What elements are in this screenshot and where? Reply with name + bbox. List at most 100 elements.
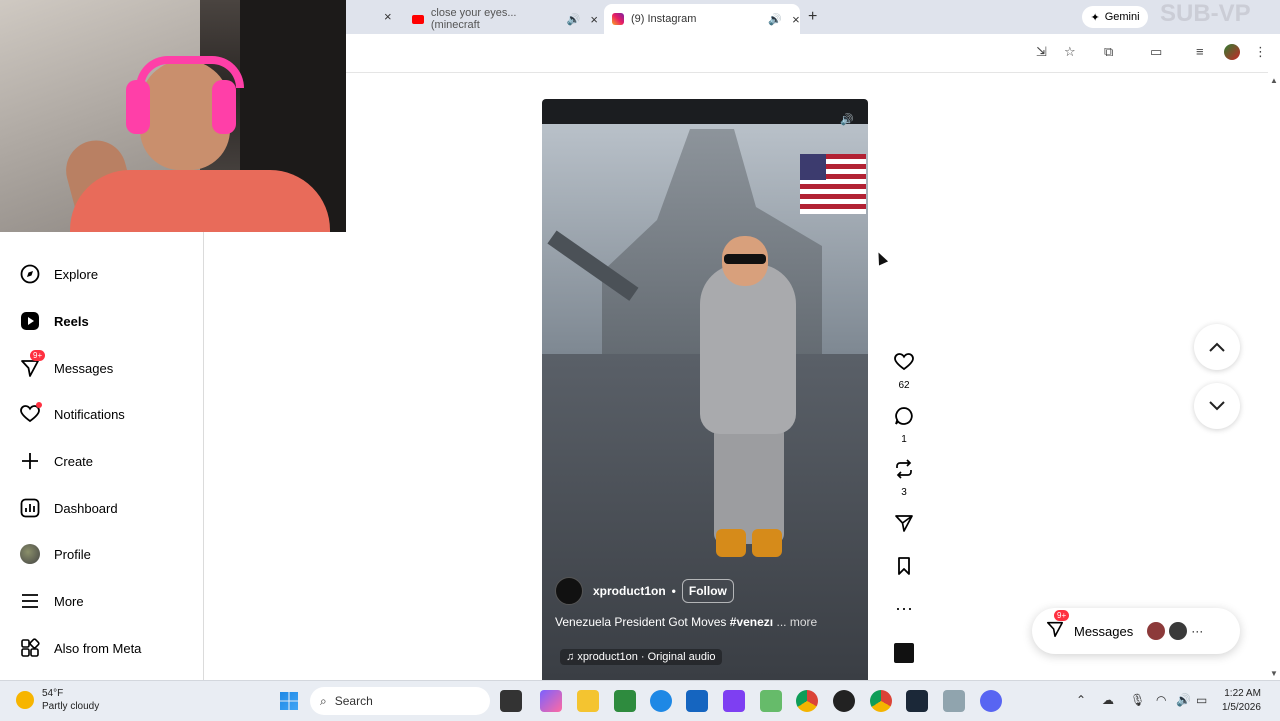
nav-dashboard[interactable]: Dashboard [20, 498, 118, 518]
comment-button[interactable]: 1 [890, 406, 918, 445]
chrome-icon[interactable] [796, 690, 818, 712]
nav-label: Dashboard [54, 500, 118, 516]
wifi-icon[interactable]: ◠ [1156, 693, 1166, 707]
store-icon[interactable] [686, 690, 708, 712]
nav-notifications[interactable]: Notifications [20, 402, 125, 424]
extensions-icon[interactable]: ⧉ [1104, 44, 1113, 60]
xbox-icon[interactable] [614, 690, 636, 712]
video-subject [692, 224, 802, 569]
like-button[interactable]: 62 [890, 352, 918, 391]
profile-avatar[interactable] [1224, 44, 1240, 60]
save-button[interactable] [890, 556, 918, 580]
cloud-icon[interactable]: ☁ [1102, 693, 1114, 707]
repost-button[interactable]: 3 [890, 459, 918, 498]
media-controls-icon[interactable]: ≡ [1196, 44, 1204, 59]
plus-icon [20, 451, 40, 471]
volume-icon[interactable]: 🔊 [1176, 693, 1191, 707]
instagram-icon [612, 13, 624, 25]
tab-close-icon[interactable]: × [590, 12, 598, 27]
nav-explore[interactable]: Explore [20, 264, 98, 284]
microphone-icon[interactable]: 🎙 [1130, 693, 1145, 707]
notepad-icon[interactable] [760, 690, 782, 712]
tab-close-icon[interactable]: × [792, 12, 800, 27]
messages-popup-button[interactable]: 9+ Messages ··· [1032, 608, 1240, 654]
comment-count: 1 [901, 434, 907, 445]
clock-date: 1/5/2026 [1222, 702, 1261, 713]
caption-text: Venezuela President Got Moves [555, 615, 727, 629]
chrome-icon[interactable] [870, 690, 892, 712]
reel-video[interactable]: 🔊 xproduct1on • Follow Venezuela Preside… [542, 99, 868, 680]
nav-label: Profile [54, 546, 91, 562]
task-view-icon[interactable] [500, 690, 522, 712]
discord-icon[interactable] [980, 690, 1002, 712]
partly-cloudy-icon [16, 691, 34, 709]
mouse-cursor-icon [873, 250, 889, 266]
send-icon [890, 513, 918, 537]
nav-more[interactable]: More [20, 591, 84, 611]
more-options-button[interactable]: ··· [890, 598, 918, 618]
scroll-up-arrow-icon[interactable]: ▲ [1270, 76, 1278, 85]
sound-icon[interactable]: 🔊 [838, 111, 856, 129]
windows-start-icon[interactable] [280, 692, 298, 710]
nav-reels[interactable]: Reels [20, 311, 89, 331]
tab-youtube[interactable]: close your eyes... (minecraft 🔊 × [412, 4, 598, 34]
share-button[interactable] [890, 513, 918, 537]
weather-temperature: 54°F [42, 688, 64, 699]
heart-icon [890, 352, 918, 376]
system-clock[interactable]: 1:22 AM 1/5/2026 [1222, 687, 1261, 715]
app-icon[interactable] [833, 690, 855, 712]
ellipsis-icon: ··· [1191, 624, 1204, 638]
ellipsis-icon: ··· [895, 598, 913, 618]
side-panel-icon[interactable]: ▭ [1150, 44, 1162, 60]
nav-label: Also from Meta [54, 640, 142, 656]
weather-widget[interactable]: 54°F Partly cloudy [16, 687, 99, 713]
like-count: 62 [898, 380, 910, 391]
owner-avatar[interactable] [555, 577, 583, 605]
nav-also-from-meta[interactable]: Also from Meta [20, 638, 141, 658]
owner-username[interactable]: xproduct1on [593, 584, 666, 598]
install-app-icon[interactable]: ⇲ [1036, 44, 1047, 60]
tab-title: close your eyes... (minecraft [430, 7, 517, 31]
taskbar-search-box[interactable]: ⌕ Search [310, 687, 490, 715]
gemini-button[interactable]: ✦ Gemini [1082, 6, 1148, 28]
weather-description: Partly cloudy [42, 701, 100, 712]
nav-messages[interactable]: 9+ Messages [20, 350, 113, 378]
flag-image [800, 154, 866, 214]
edge-icon[interactable] [650, 690, 672, 712]
watermark: SUB-VP [1160, 0, 1251, 27]
new-tab-button[interactable]: + [808, 8, 817, 26]
app-icon[interactable] [723, 690, 745, 712]
snipping-tool-icon[interactable] [943, 690, 965, 712]
caption-hashtag[interactable]: #venezı [730, 615, 773, 629]
caption-more-link[interactable]: ... more [776, 615, 817, 629]
nav-profile[interactable]: Profile [20, 544, 91, 564]
file-explorer-icon[interactable] [577, 690, 599, 712]
audio-attribution[interactable]: ♫ xproduct1on · Original audio [560, 649, 722, 665]
speaker-icon[interactable]: 🔊 [768, 13, 782, 26]
follow-button[interactable]: Follow [681, 579, 734, 603]
next-reel-button[interactable] [1194, 383, 1240, 429]
reels-icon [20, 311, 40, 331]
instagram-sidebar: Explore Reels 9+ Messages Notifications … [0, 232, 204, 680]
previous-reel-button[interactable] [1194, 324, 1240, 370]
heart-icon [20, 402, 42, 424]
nav-create[interactable]: Create [20, 451, 93, 471]
bookmark-star-icon[interactable]: ☆ [1064, 44, 1076, 60]
steam-icon[interactable] [906, 690, 928, 712]
chevron-up-icon[interactable]: ⌃ [1076, 693, 1086, 707]
audio-page-thumbnail[interactable] [890, 643, 918, 663]
music-note-icon: ♫ [566, 651, 575, 663]
speaker-icon[interactable]: 🔊 [567, 13, 581, 26]
page-scrollbar[interactable]: ▲ ▼ [1268, 72, 1280, 680]
tab-instagram[interactable]: (9) Instagram 🔊 × [604, 4, 800, 34]
audio-label: xproduct1on · Original audio [577, 651, 716, 663]
copilot-icon[interactable] [540, 690, 562, 712]
owner-separator: • [671, 584, 676, 598]
tab-close-icon[interactable]: × [384, 9, 392, 24]
battery-icon[interactable]: ▭ [1196, 693, 1207, 707]
messages-icon: 9+ [20, 350, 46, 378]
search-icon: ⌕ [320, 693, 327, 708]
dashboard-icon [20, 498, 40, 518]
kebab-menu-icon[interactable]: ⋮ [1254, 44, 1267, 60]
scroll-down-arrow-icon[interactable]: ▼ [1270, 669, 1278, 678]
